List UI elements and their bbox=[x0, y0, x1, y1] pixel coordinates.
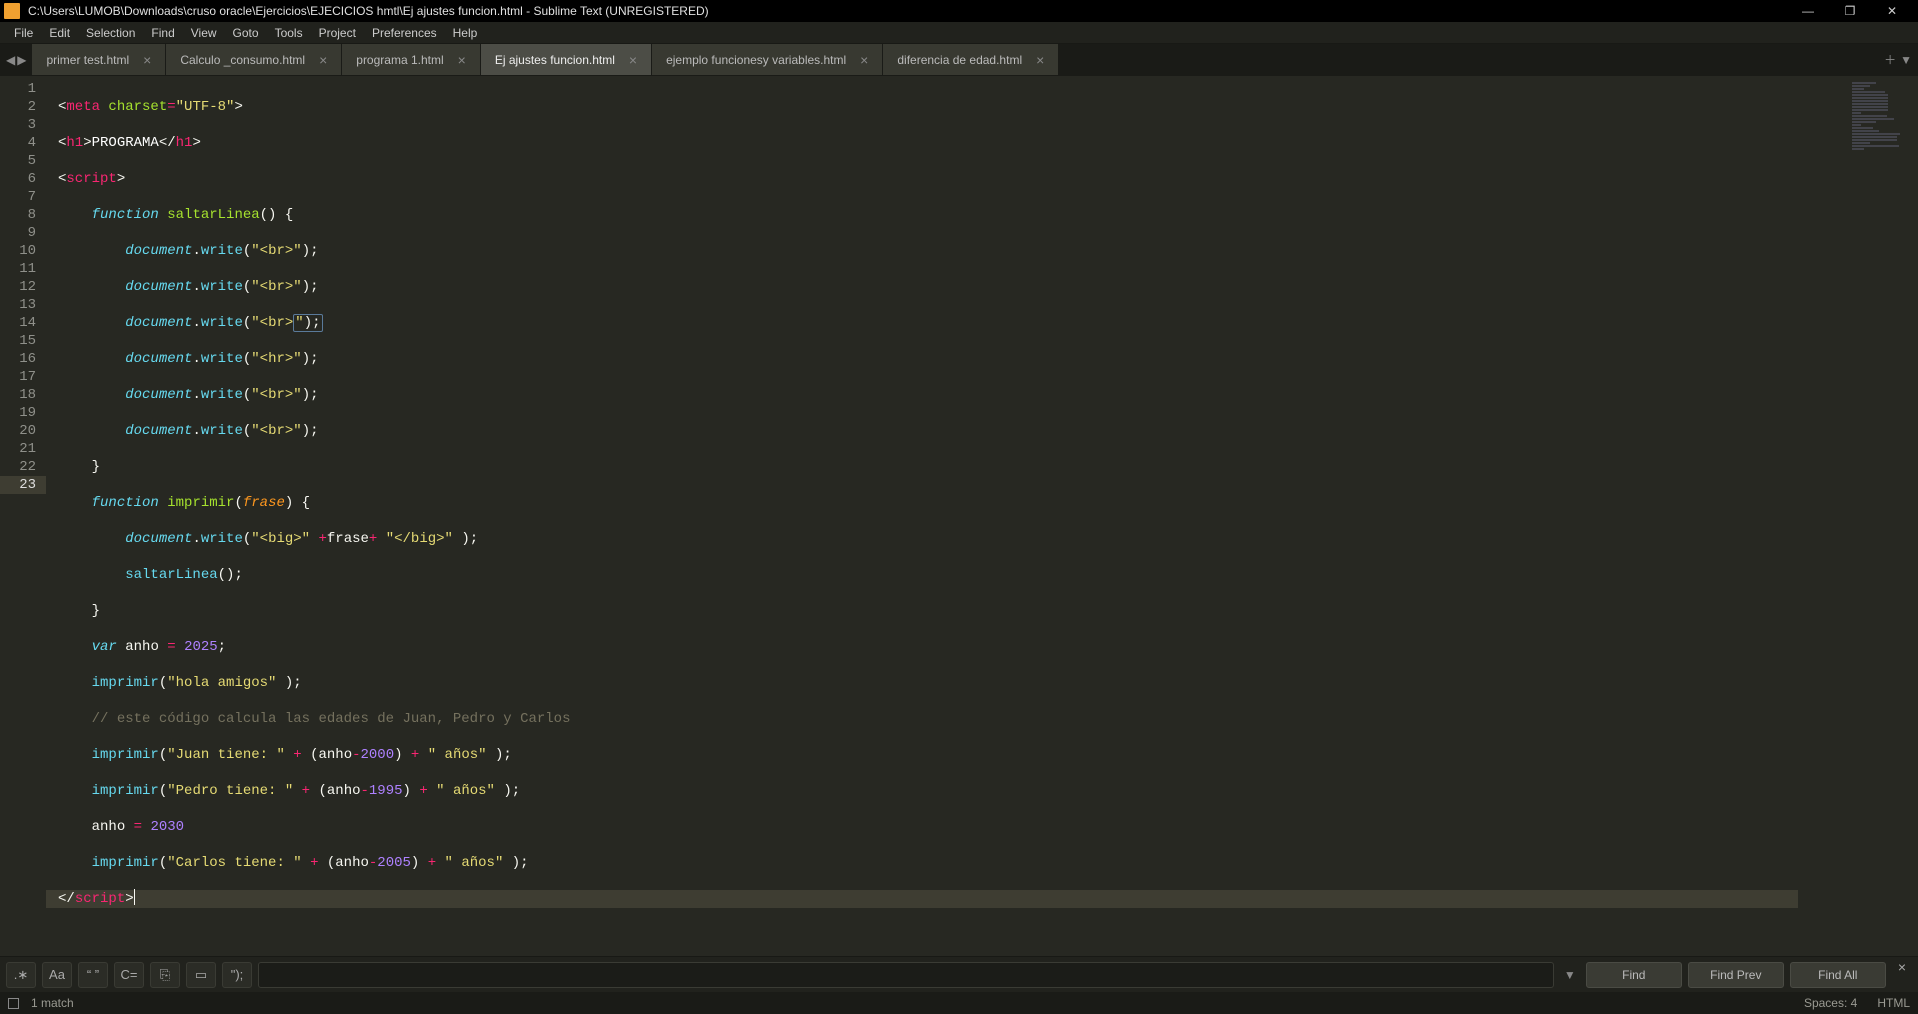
menu-goto[interactable]: Goto bbox=[225, 26, 267, 40]
minimize-button[interactable]: — bbox=[1794, 4, 1822, 18]
menu-preferences[interactable]: Preferences bbox=[364, 26, 445, 40]
tab-label: ejemplo funcionesy variables.html bbox=[666, 53, 846, 67]
arrow-right-icon[interactable]: ▶ bbox=[17, 53, 26, 67]
tab-label: primer test.html bbox=[46, 53, 129, 67]
close-icon[interactable]: × bbox=[458, 53, 466, 67]
menu-help[interactable]: Help bbox=[445, 26, 486, 40]
find-opt-context[interactable]: "); bbox=[222, 962, 252, 988]
tab-nav-arrows[interactable]: ◀ ▶ bbox=[0, 44, 32, 75]
text-cursor bbox=[134, 889, 135, 905]
minimap[interactable] bbox=[1798, 76, 1918, 956]
menu-edit[interactable]: Edit bbox=[41, 26, 78, 40]
new-tab-button[interactable]: ＋ bbox=[1884, 51, 1896, 68]
close-icon[interactable]: × bbox=[319, 53, 327, 67]
search-match-highlight: "); bbox=[293, 314, 322, 332]
find-opt-selection[interactable]: ⎘ bbox=[150, 962, 180, 988]
tab-ejemplo-funcionesy[interactable]: ejemplo funcionesy variables.html × bbox=[652, 44, 883, 75]
find-bar: .∗ Aa “ ” C= ⎘ ▭ "); ▼ Find Find Prev Fi… bbox=[0, 956, 1918, 992]
tab-calculo-consumo[interactable]: Calculo _consumo.html × bbox=[166, 44, 342, 75]
line-gutter: 1 2 3 4 5 6 7 8 9 10 11 12 13 14 15 16 1… bbox=[0, 76, 46, 956]
close-button[interactable]: ✕ bbox=[1878, 4, 1906, 18]
menu-tools[interactable]: Tools bbox=[267, 26, 311, 40]
window-title: C:\Users\LUMOB\Downloads\cruso oracle\Ej… bbox=[28, 4, 1794, 18]
tab-programa-1[interactable]: programa 1.html × bbox=[342, 44, 481, 75]
panel-switch-icon[interactable] bbox=[8, 998, 19, 1009]
find-all-button[interactable]: Find All bbox=[1790, 962, 1886, 988]
menu-bar: File Edit Selection Find View Goto Tools… bbox=[0, 22, 1918, 44]
close-icon[interactable]: × bbox=[143, 53, 151, 67]
tab-dropdown-button[interactable]: ▼ bbox=[1900, 53, 1912, 67]
close-icon[interactable]: × bbox=[629, 53, 637, 67]
menu-project[interactable]: Project bbox=[311, 26, 364, 40]
tab-label: Calculo _consumo.html bbox=[180, 53, 305, 67]
close-icon[interactable]: × bbox=[860, 53, 868, 67]
find-opt-case[interactable]: Aa bbox=[42, 962, 72, 988]
find-prev-button[interactable]: Find Prev bbox=[1688, 962, 1784, 988]
find-opt-word[interactable]: “ ” bbox=[78, 962, 108, 988]
find-close-button[interactable]: × bbox=[1892, 959, 1912, 975]
window-controls: — ❐ ✕ bbox=[1794, 4, 1914, 18]
menu-file[interactable]: File bbox=[6, 26, 41, 40]
tab-ej-ajustes-funcion[interactable]: Ej ajustes funcion.html × bbox=[481, 44, 652, 75]
code-area[interactable]: <meta charset="UTF-8"> <h1>PROGRAMA</h1>… bbox=[46, 76, 1798, 956]
menu-view[interactable]: View bbox=[183, 26, 225, 40]
find-opt-wrap[interactable]: C= bbox=[114, 962, 144, 988]
tab-diferencia-edad[interactable]: diferencia de edad.html × bbox=[883, 44, 1059, 75]
status-syntax[interactable]: HTML bbox=[1877, 996, 1910, 1010]
title-bar: C:\Users\LUMOB\Downloads\cruso oracle\Ej… bbox=[0, 0, 1918, 22]
menu-find[interactable]: Find bbox=[143, 26, 182, 40]
tab-label: Ej ajustes funcion.html bbox=[495, 53, 615, 67]
tab-label: programa 1.html bbox=[356, 53, 443, 67]
menu-selection[interactable]: Selection bbox=[78, 26, 143, 40]
tab-row: ◀ ▶ primer test.html × Calculo _consumo.h… bbox=[0, 44, 1918, 76]
find-button[interactable]: Find bbox=[1586, 962, 1682, 988]
find-history-dropdown[interactable]: ▼ bbox=[1560, 968, 1580, 982]
find-opt-regex[interactable]: .∗ bbox=[6, 962, 36, 988]
tab-label: diferencia de edad.html bbox=[897, 53, 1022, 67]
status-indent[interactable]: Spaces: 4 bbox=[1804, 996, 1857, 1010]
find-input[interactable] bbox=[258, 962, 1554, 988]
tab-primer-test[interactable]: primer test.html × bbox=[32, 44, 166, 75]
app-icon bbox=[4, 3, 20, 19]
close-icon[interactable]: × bbox=[1036, 53, 1044, 67]
status-matches: 1 match bbox=[31, 996, 74, 1010]
arrow-left-icon[interactable]: ◀ bbox=[6, 53, 15, 67]
editor[interactable]: 1 2 3 4 5 6 7 8 9 10 11 12 13 14 15 16 1… bbox=[0, 76, 1918, 956]
maximize-button[interactable]: ❐ bbox=[1836, 4, 1864, 18]
status-bar: 1 match Spaces: 4 HTML bbox=[0, 992, 1918, 1014]
find-opt-highlight[interactable]: ▭ bbox=[186, 962, 216, 988]
